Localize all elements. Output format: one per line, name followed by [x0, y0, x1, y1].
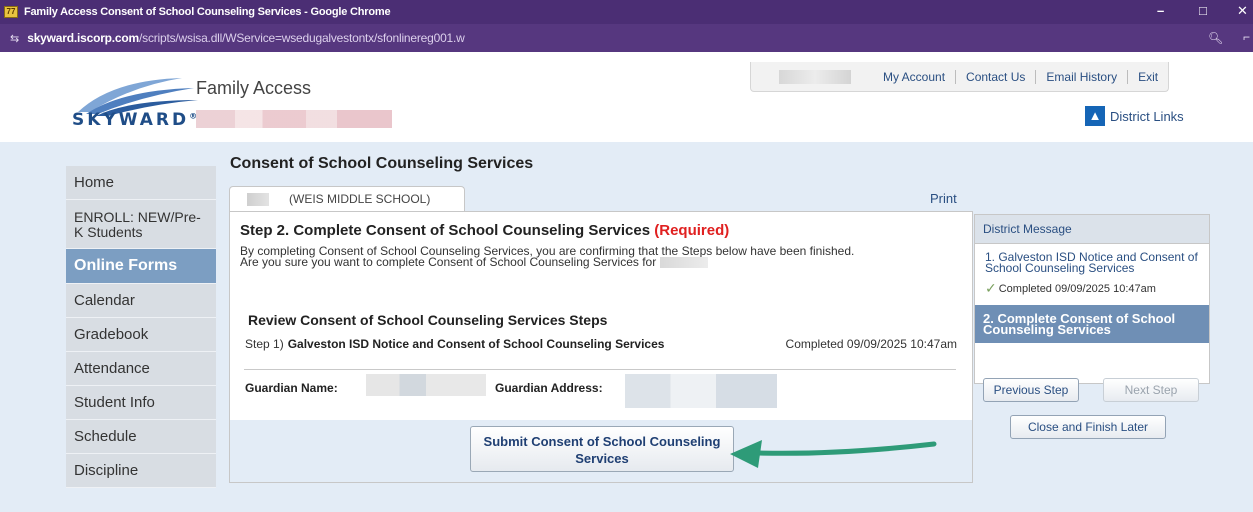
checkmark-icon: ✓ — [985, 280, 997, 296]
site-settings-icon[interactable]: ⇆ — [10, 32, 19, 45]
contact-us-link[interactable]: Contact Us — [955, 69, 1035, 84]
nav-student-info[interactable]: Student Info — [66, 386, 216, 420]
required-label: (Required) — [654, 222, 730, 239]
close-finish-later-button[interactable]: Close and Finish Later — [1010, 415, 1166, 439]
zoom-icon[interactable]: 🔍︎ — [1208, 31, 1223, 45]
step-description: By completing Consent of School Counseli… — [240, 245, 940, 269]
next-step-button[interactable]: Next Step — [1103, 378, 1199, 402]
skyward-logo-text: SKYWARD® — [72, 110, 198, 130]
district-message-heading: District Message — [975, 215, 1209, 244]
guardian-name-label: Guardian Name: — [245, 381, 338, 395]
url-path: /scripts/wsisa.dll/WService=wsedugalvest… — [139, 31, 465, 45]
submit-consent-button[interactable]: Submit Consent of School Counseling Serv… — [470, 426, 734, 472]
nav-schedule[interactable]: Schedule — [66, 420, 216, 454]
toolbar-edge-icon: ⌐ — [1243, 30, 1251, 44]
district-message-panel: District Message 1. Galveston ISD Notice… — [974, 214, 1210, 384]
app-favicon-icon: 77 — [4, 6, 18, 18]
address-bar[interactable]: ⇆ skyward.iscorp.com/scripts/wsisa.dll/W… — [0, 24, 1253, 52]
nav-calendar[interactable]: Calendar — [66, 284, 216, 318]
nav-enroll[interactable]: ENROLL: NEW/Pre-K Students — [66, 200, 216, 249]
school-name: (WEIS MIDDLE SCHOOL) — [289, 192, 431, 206]
previous-step-button[interactable]: Previous Step — [983, 378, 1079, 402]
district-links-label: District Links — [1110, 108, 1184, 124]
step-completed-status: Completed 09/09/2025 10:47am — [785, 337, 957, 351]
redacted-user-name — [779, 69, 851, 84]
step-heading: Step 2. Complete Consent of School Couns… — [240, 222, 730, 239]
sidebar-step-2-active[interactable]: 2. Complete Consent of School Counseling… — [975, 305, 1209, 343]
nav-home[interactable]: Home — [66, 166, 216, 200]
exit-link[interactable]: Exit — [1127, 69, 1168, 84]
nav-discipline[interactable]: Discipline — [66, 454, 216, 488]
review-step-row: Step 1) Galveston ISD Notice and Consent … — [245, 337, 957, 351]
close-window-button[interactable]: ✕ — [1237, 3, 1248, 19]
guardian-address-label: Guardian Address: — [495, 381, 603, 395]
top-links-bar: My Account Contact Us Email History Exit — [750, 62, 1170, 92]
site-header: SKYWARD® Family Access My Account Contac… — [0, 52, 1253, 142]
page-title: Consent of School Counseling Services — [230, 155, 534, 172]
sidebar-step-1-status: ✓ Completed 09/09/2025 10:47am — [975, 276, 1209, 305]
step-number: Step 1) — [245, 337, 284, 351]
redacted-guardian-name — [366, 374, 486, 396]
sidebar-step-1-completed: Completed 09/09/2025 10:47am — [998, 282, 1156, 295]
maximize-button[interactable]: □ — [1199, 3, 1207, 18]
print-link[interactable]: Print — [930, 191, 957, 206]
url-text[interactable]: skyward.iscorp.com/scripts/wsisa.dll/WSe… — [27, 31, 465, 45]
my-account-link[interactable]: My Account — [873, 70, 955, 84]
nav-online-forms[interactable]: Online Forms — [66, 249, 216, 284]
sidebar-step-1[interactable]: 1. Galveston ISD Notice and Consent of S… — [975, 244, 1209, 276]
nav-attendance[interactable]: Attendance — [66, 352, 216, 386]
district-links[interactable]: ▲ District Links — [1085, 106, 1184, 126]
green-arrow-annotation-icon — [730, 440, 937, 468]
step-name: Galveston ISD Notice and Consent of Scho… — [287, 337, 665, 351]
student-school-tab[interactable]: (WEIS MIDDLE SCHOOL) — [229, 186, 465, 211]
redacted-student-name — [247, 192, 269, 206]
district-building-icon: ▲ — [1085, 106, 1105, 126]
nav-gradebook[interactable]: Gradebook — [66, 318, 216, 352]
step-description-line2: Are you sure you want to complete Consen… — [240, 255, 657, 269]
family-access-title: Family Access — [196, 78, 312, 98]
redacted-guardian-address — [625, 374, 777, 408]
side-navigation: Home ENROLL: NEW/Pre-K Students Online F… — [66, 166, 216, 488]
divider — [244, 369, 956, 370]
review-steps-title: Review Consent of School Counseling Serv… — [248, 312, 608, 328]
redacted-student-name-inline — [659, 257, 708, 269]
redacted-district-name — [196, 110, 392, 128]
browser-title-bar: 77 Family Access Consent of School Couns… — [0, 0, 1253, 24]
minimize-button[interactable]: – — [1157, 3, 1164, 18]
window-title: Family Access Consent of School Counseli… — [24, 6, 391, 18]
url-host: skyward.iscorp.com — [27, 31, 140, 45]
email-history-link[interactable]: Email History — [1035, 69, 1127, 84]
